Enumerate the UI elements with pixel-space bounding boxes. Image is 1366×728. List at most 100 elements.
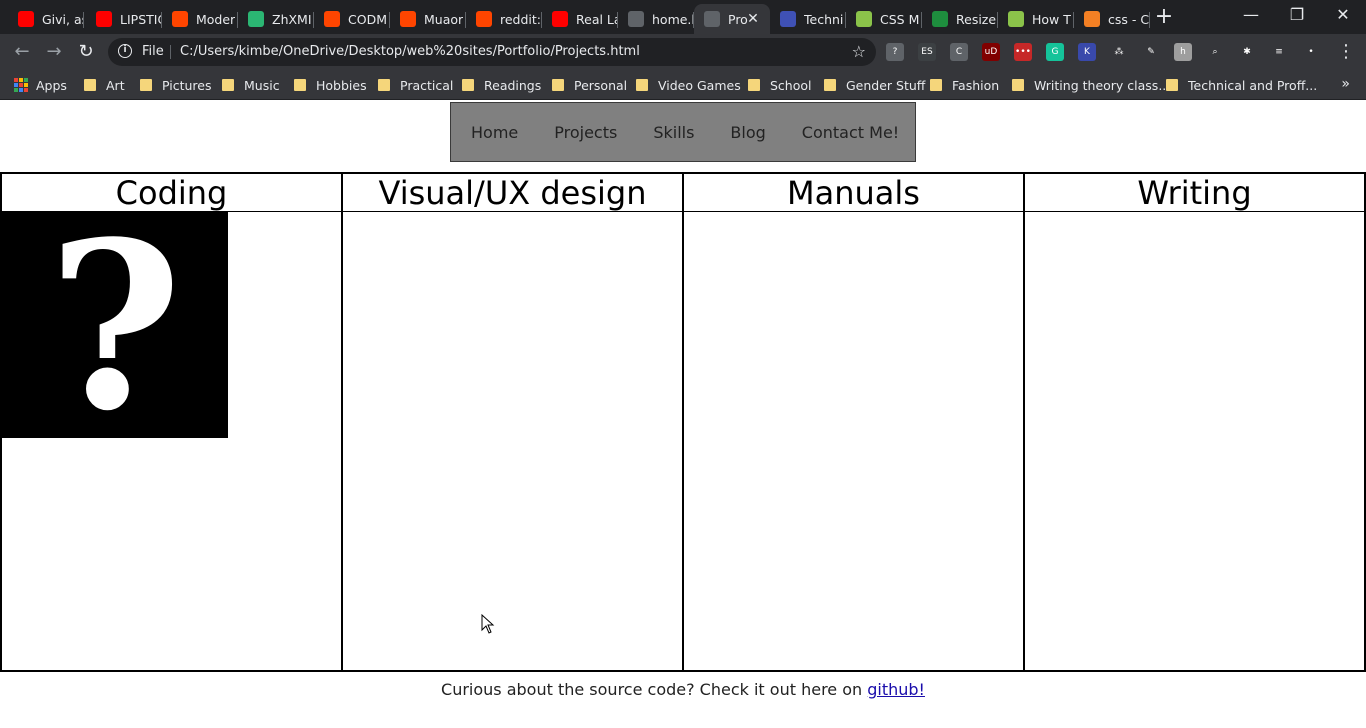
url-text[interactable]: C:/Users/kimbe/OneDrive/Desktop/web%20si… bbox=[180, 44, 640, 59]
bookmark-apps[interactable]: Apps bbox=[14, 76, 67, 94]
dots-extension-icon[interactable]: ••• bbox=[1014, 43, 1032, 61]
tab-title: Muaor bbox=[424, 11, 464, 27]
browser-tab[interactable]: reddit: bbox=[466, 4, 542, 34]
nav-blog[interactable]: Blog bbox=[730, 123, 765, 142]
browser-tab[interactable]: Resize bbox=[922, 4, 998, 34]
reddit-icon bbox=[400, 11, 416, 27]
tab-strip: + — ❐ ✕ Givi, as LIPSTIC Moder ZhXMI CODM Mua… bbox=[0, 0, 1366, 34]
profile-extension-icon[interactable]: • bbox=[1302, 43, 1320, 61]
pen-extension-icon[interactable]: ✎ bbox=[1142, 43, 1160, 61]
restore-button[interactable]: ❐ bbox=[1274, 0, 1320, 32]
chart-icon bbox=[1008, 11, 1024, 27]
stackoverflow-icon bbox=[1084, 11, 1100, 27]
bookmark-folder[interactable]: Art bbox=[84, 76, 125, 94]
bookmark-folder[interactable]: Video Games bbox=[636, 76, 741, 94]
column-writing: Writing bbox=[1025, 174, 1364, 670]
tab-title: How T bbox=[1032, 11, 1071, 27]
browser-tab[interactable]: Real La bbox=[542, 4, 618, 34]
new-tab-button[interactable]: + bbox=[1152, 6, 1176, 30]
tab-title: css - C bbox=[1108, 11, 1150, 27]
chart-icon bbox=[856, 11, 872, 27]
bookmark-folder[interactable]: Pictures bbox=[140, 76, 212, 94]
column-coding: Coding ? bbox=[2, 174, 343, 670]
bookmark-label: Music bbox=[244, 77, 280, 93]
folder-icon bbox=[462, 79, 474, 91]
bookmark-star-icon[interactable]: ☆ bbox=[852, 42, 866, 61]
folder-icon bbox=[748, 79, 760, 91]
bookmark-label: Fashion bbox=[952, 77, 1000, 93]
tab-title: CODM bbox=[348, 11, 387, 27]
folder-icon bbox=[84, 79, 96, 91]
info-icon[interactable]: i bbox=[118, 44, 132, 58]
bookmark-label: Apps bbox=[36, 77, 67, 93]
browser-tab[interactable]: Givi, as bbox=[8, 4, 84, 34]
browser-tab[interactable]: CSS M bbox=[846, 4, 922, 34]
nav-projects[interactable]: Projects bbox=[554, 123, 617, 142]
browser-tab[interactable]: CODM bbox=[314, 4, 390, 34]
bookmark-label: Gender Stuff bbox=[846, 77, 926, 93]
close-window-button[interactable]: ✕ bbox=[1320, 0, 1366, 32]
address-bar[interactable]: i File C:/Users/kimbe/OneDrive/Desktop/w… bbox=[108, 38, 876, 66]
puzzle-extension-icon[interactable]: ✱ bbox=[1238, 43, 1256, 61]
browser-tab[interactable]: LIPSTIC bbox=[86, 4, 162, 34]
bookmark-label: Video Games bbox=[658, 77, 741, 93]
apps-grid-icon bbox=[14, 78, 28, 92]
c-extension-icon[interactable]: C bbox=[950, 43, 968, 61]
browser-tab[interactable]: Pro ✕ bbox=[694, 4, 770, 34]
bookmark-folder[interactable]: Fashion bbox=[930, 76, 999, 94]
bookmark-folder[interactable]: Technical and Proff... bbox=[1166, 76, 1317, 94]
minimize-button[interactable]: — bbox=[1228, 0, 1274, 32]
nav-contact[interactable]: Contact Me! bbox=[802, 123, 899, 142]
tab-separator bbox=[83, 12, 84, 28]
h-extension-icon[interactable]: h bbox=[1174, 43, 1192, 61]
bookmark-folder[interactable]: Gender Stuff bbox=[824, 76, 925, 94]
menu-icon[interactable]: ⋮ bbox=[1334, 40, 1358, 64]
folder-icon bbox=[294, 79, 306, 91]
projects-grid: Coding ? Visual/UX design Manuals Writin… bbox=[0, 172, 1366, 672]
browser-tab[interactable]: Muaor bbox=[390, 4, 466, 34]
browser-tab[interactable]: ZhXMI bbox=[238, 4, 314, 34]
bookmark-folder[interactable]: Readings bbox=[462, 76, 541, 94]
reddit-icon bbox=[476, 11, 492, 27]
browser-tab[interactable]: Moder bbox=[162, 4, 238, 34]
bookmark-folder[interactable]: School bbox=[748, 76, 812, 94]
asana-extension-icon[interactable]: ⁂ bbox=[1110, 43, 1128, 61]
youtube-icon bbox=[18, 11, 34, 27]
reload-button[interactable]: ↻ bbox=[74, 40, 98, 64]
k-extension-icon[interactable]: K bbox=[1078, 43, 1096, 61]
site-nav: Home Projects Skills Blog Contact Me! bbox=[450, 102, 916, 162]
browser-tab[interactable]: home.h bbox=[618, 4, 694, 34]
github-link[interactable]: github! bbox=[867, 680, 925, 699]
more-bookmarks-icon[interactable]: » bbox=[1341, 76, 1350, 92]
bookmark-folder[interactable]: Music bbox=[222, 76, 280, 94]
es-extension-icon[interactable]: ES bbox=[918, 43, 936, 61]
help-extension-icon[interactable]: ? bbox=[886, 43, 904, 61]
zoom-extension-icon[interactable]: ⌕ bbox=[1206, 43, 1224, 61]
back-button[interactable]: ← bbox=[10, 40, 34, 64]
bookmark-folder[interactable]: Practical bbox=[378, 76, 453, 94]
nav-skills[interactable]: Skills bbox=[653, 123, 694, 142]
calendar-icon bbox=[780, 11, 796, 27]
browser-tab[interactable]: Techni bbox=[770, 4, 846, 34]
nav-home[interactable]: Home bbox=[471, 123, 518, 142]
tab-title: Real La bbox=[576, 11, 618, 27]
close-tab-icon[interactable]: ✕ bbox=[744, 10, 762, 28]
divider bbox=[170, 45, 171, 59]
grammarly-extension-icon[interactable]: G bbox=[1046, 43, 1064, 61]
bookmark-label: Practical bbox=[400, 77, 454, 93]
question-mark-image[interactable]: ? bbox=[2, 212, 228, 438]
browser-tab[interactable]: css - C bbox=[1074, 4, 1150, 34]
reddit-icon bbox=[172, 11, 188, 27]
ublock-extension-icon[interactable]: uD bbox=[982, 43, 1000, 61]
tab-title: home.h bbox=[652, 11, 694, 27]
bookmark-folder[interactable]: Writing theory class... bbox=[1012, 76, 1170, 94]
bookmark-folder[interactable]: Personal bbox=[552, 76, 627, 94]
folder-icon bbox=[140, 79, 152, 91]
browser-tab[interactable]: How T bbox=[998, 4, 1074, 34]
bookmark-folder[interactable]: Hobbies bbox=[294, 76, 367, 94]
column-manuals: Manuals bbox=[684, 174, 1025, 670]
forward-button[interactable]: → bbox=[42, 40, 66, 64]
bookmarks-bar: » Apps Art Pictures Music Hobbies Practical Re… bbox=[0, 70, 1366, 100]
playlist-extension-icon[interactable]: ≡ bbox=[1270, 43, 1288, 61]
folder-icon bbox=[1012, 79, 1024, 91]
